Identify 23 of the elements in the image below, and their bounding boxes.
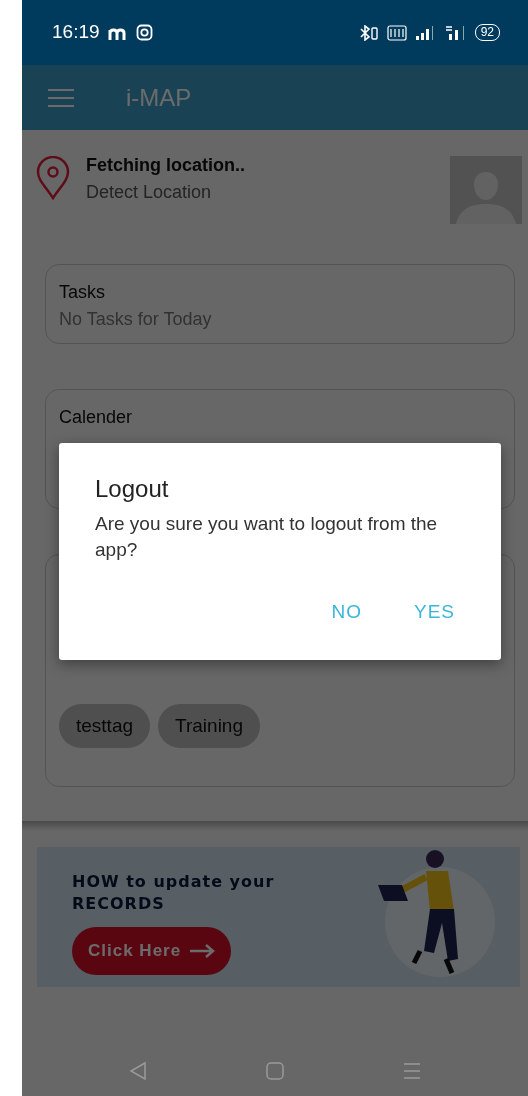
back-icon[interactable]: [129, 1061, 148, 1081]
card-title: Tasks: [59, 281, 106, 304]
click-here-button[interactable]: Click Here: [72, 927, 232, 975]
battery-icon: 92: [474, 24, 500, 41]
dialog-button[interactable]: NO: [329, 594, 364, 631]
tag-chip[interactable]: testtag: [59, 703, 151, 748]
home-icon[interactable]: [266, 1062, 284, 1080]
card-title: Calender: [59, 406, 134, 429]
bluetooth-icon: [358, 24, 379, 41]
dialog-title: Logout: [95, 474, 170, 504]
arrow-right-icon: [189, 944, 216, 959]
menu-icon[interactable]: [402, 1062, 421, 1080]
status-time: 16:19: [52, 20, 100, 45]
location-pin-icon: [36, 156, 70, 200]
banner-headline: HOW to update your RECORDS: [72, 870, 276, 915]
detect-location-link[interactable]: Detect Location: [86, 179, 450, 206]
location-status: Fetching location..: [86, 154, 246, 177]
camera-icon: [135, 24, 153, 41]
tag-chip[interactable]: Training: [158, 703, 260, 748]
app-title: i-MAP: [126, 82, 192, 113]
volte-icon: [386, 24, 407, 41]
signal-icon: [414, 24, 435, 41]
dialog-button[interactable]: YES: [411, 594, 457, 631]
